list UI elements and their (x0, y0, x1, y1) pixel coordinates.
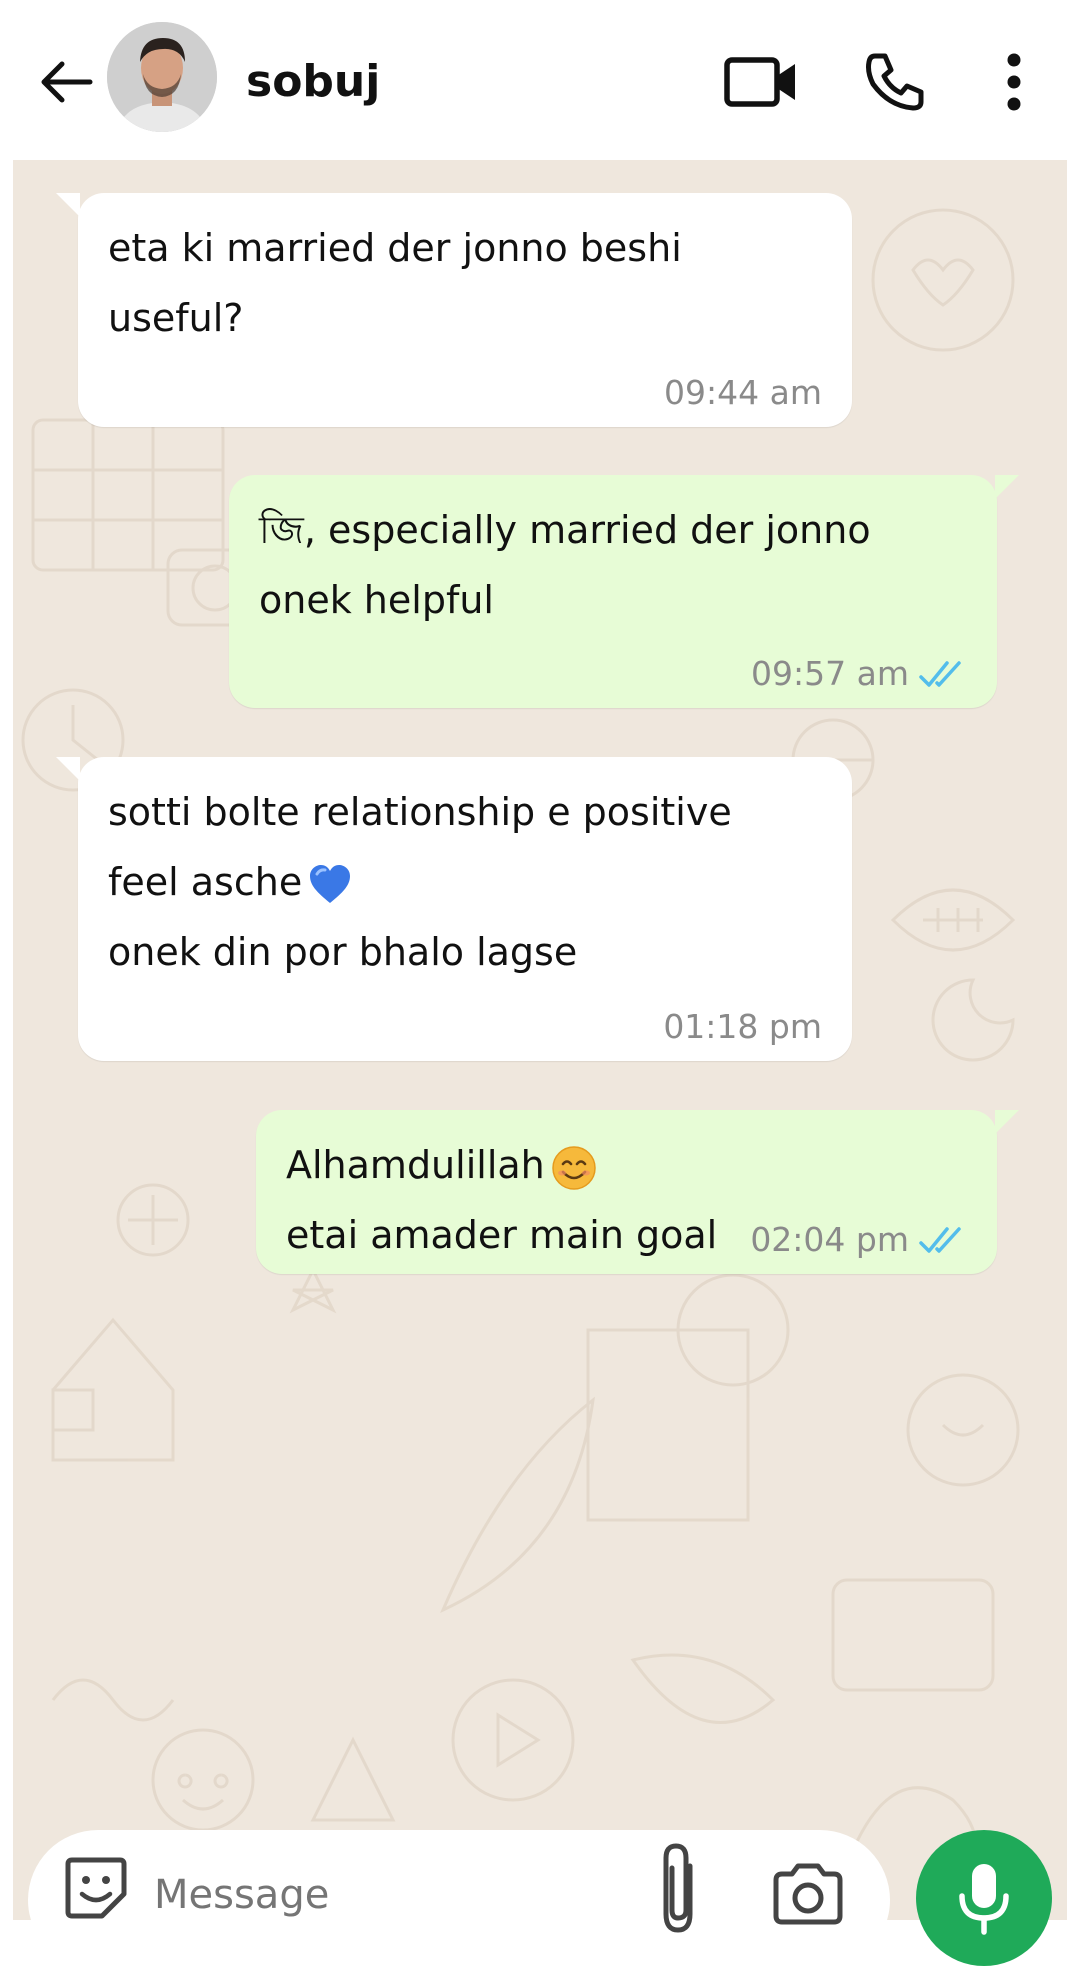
camera-button[interactable] (768, 1854, 848, 1934)
bubble-tail (995, 475, 1019, 499)
sticker-icon (65, 1857, 127, 1919)
attach-button[interactable] (648, 1836, 708, 1936)
message-text-line: sotti bolte relationship e positive (108, 790, 732, 834)
message-text-line: feel asche (108, 847, 822, 917)
chat-header: sobuj (0, 0, 1080, 160)
outgoing-message-bubble[interactable]: জি, especially married der jonno onek he… (229, 475, 1019, 708)
video-camera-icon (724, 57, 795, 107)
message-input[interactable] (152, 1864, 576, 1926)
voice-message-button[interactable] (916, 1830, 1052, 1966)
message-text: জি, especially married der jonno onek he… (259, 508, 871, 622)
bubble-tail (56, 193, 80, 217)
message-text-line: onek din por bhalo lagse (108, 930, 578, 974)
contact-name[interactable]: sobuj (246, 56, 380, 108)
bubble-tail (995, 1110, 1019, 1134)
message-time: 01:18 pm (663, 1007, 822, 1046)
voice-call-button[interactable] (850, 40, 940, 124)
message-time: 02:04 pm (750, 1220, 909, 1259)
message-time: 09:57 am (751, 654, 909, 693)
smiling-face-emoji-icon (552, 1145, 596, 1190)
phone-icon (866, 53, 924, 111)
arrow-left-icon (41, 61, 93, 103)
double-check-icon (919, 661, 961, 687)
avatar-image (107, 22, 217, 132)
contact-avatar[interactable] (107, 22, 217, 132)
message-meta: 09:44 am (664, 373, 822, 413)
back-button[interactable] (34, 50, 98, 114)
double-check-icon (919, 1227, 961, 1253)
message-meta: 09:57 am (751, 654, 967, 694)
more-vertical-icon (1007, 53, 1021, 111)
video-call-button[interactable] (716, 40, 806, 124)
outgoing-message-bubble[interactable]: Alhamdulillah etai amader main goal 02:0… (256, 1110, 1019, 1274)
message-composer (28, 1830, 890, 1970)
message-text: eta ki married der jonno beshi useful? (108, 226, 682, 340)
message-meta: 02:04 pm (750, 1220, 967, 1260)
incoming-message-bubble[interactable]: sotti bolte relationship e positive feel… (56, 757, 852, 1061)
bubble-tail (56, 757, 80, 781)
chat-area[interactable]: eta ki married der jonno beshi useful? 0… (13, 160, 1067, 1920)
more-options-button[interactable] (976, 40, 1052, 124)
message-text-line-content: feel asche (108, 860, 303, 904)
message-meta: 01:18 pm (663, 1007, 822, 1047)
microphone-icon (959, 1864, 1009, 1935)
sticker-button[interactable] (62, 1854, 130, 1922)
blue-heart-emoji-icon (310, 864, 351, 903)
message-text-line: Alhamdulillah (286, 1130, 967, 1200)
message-time: 09:44 am (664, 373, 822, 412)
camera-icon (773, 1863, 843, 1925)
incoming-message-bubble[interactable]: eta ki married der jonno beshi useful? 0… (56, 193, 852, 427)
paperclip-icon (663, 1843, 693, 1933)
message-text-line-content: Alhamdulillah (286, 1143, 545, 1187)
